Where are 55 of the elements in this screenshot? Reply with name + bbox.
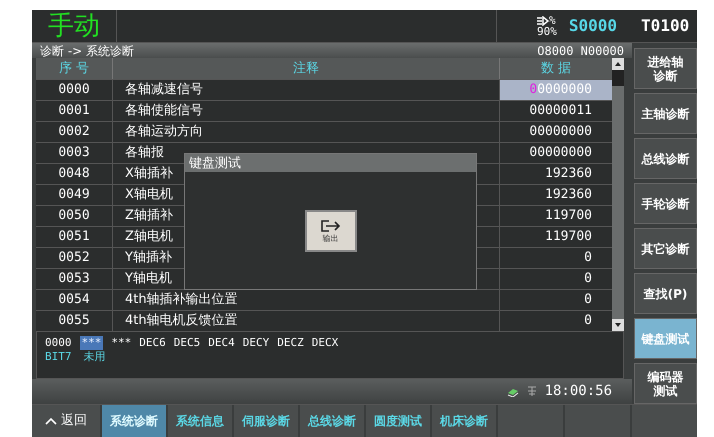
bit-label: DEC4 xyxy=(208,336,235,350)
bottom-tab[interactable]: 机床诊断 xyxy=(432,405,496,437)
table-cell-text: 119700 xyxy=(544,207,593,226)
mode-label: 手动 xyxy=(48,13,100,39)
scrollbar[interactable] xyxy=(612,58,624,331)
side-menu-button[interactable]: 其它诊断 xyxy=(634,228,697,269)
bit-label: DEC5 xyxy=(174,336,200,350)
input-method-icon xyxy=(526,386,537,397)
table-cell-text: 192360 xyxy=(544,186,593,204)
bit-label: DECY xyxy=(242,336,270,350)
scroll-down-icon[interactable] xyxy=(612,319,624,331)
output-button[interactable]: 输出 xyxy=(304,210,356,252)
bit-label: DECZ xyxy=(277,336,304,350)
bit-description: 未用 xyxy=(84,350,106,364)
bottom-tab[interactable]: 总线诊断 xyxy=(300,405,364,437)
bit-address: 0000 xyxy=(45,336,72,350)
caret-up-icon xyxy=(45,417,57,425)
bit-label: *** xyxy=(80,336,104,350)
bit-label: DEC6 xyxy=(139,336,166,350)
table-cell: 00000000 xyxy=(500,80,612,100)
feed-unit: % xyxy=(549,15,556,26)
breadcrumb: 诊断 -> 系统诊断 xyxy=(40,44,134,56)
table-cell-text: 00000000 xyxy=(528,123,593,142)
tool-number: T0100 xyxy=(641,15,690,37)
back-button[interactable]: 返回 xyxy=(32,405,100,437)
program-number: O8000 N00000 xyxy=(537,44,624,56)
bit-label: DECX xyxy=(312,336,338,350)
table-cell-text: 0 xyxy=(583,270,593,288)
table-cell-text: 0 xyxy=(583,249,593,268)
scroll-up-icon[interactable] xyxy=(612,58,624,70)
side-menu-button[interactable]: 编码器 测试 xyxy=(634,363,697,404)
table-cell-text: 00000000 xyxy=(528,144,593,162)
column-header: 数 据 xyxy=(540,60,572,78)
bit-label: *** xyxy=(111,336,132,350)
table-cell-text: 119700 xyxy=(544,228,593,246)
table-cell-text: 0 xyxy=(583,312,593,330)
bottom-tab[interactable]: 伺服诊断 xyxy=(234,405,298,437)
feed-rate-icon xyxy=(537,16,549,26)
side-menu-button[interactable]: 手轮诊断 xyxy=(634,183,697,224)
spindle-speed: S0000 xyxy=(568,15,618,37)
side-menu-button[interactable]: 进给轴 诊断 xyxy=(634,48,697,89)
table-cell-text: 00000011 xyxy=(528,102,593,120)
export-icon xyxy=(320,218,342,232)
bottom-tab[interactable]: 系统信息 xyxy=(168,405,232,437)
table-cell-text: 192360 xyxy=(544,165,593,184)
table-cell-text: 0 xyxy=(583,291,593,310)
feed-rate: 90% xyxy=(537,26,557,37)
bottom-tab[interactable]: 系统诊断 xyxy=(102,405,166,437)
bit-index: BIT7 xyxy=(45,350,72,364)
bottom-tab[interactable]: 圆度测试 xyxy=(366,405,430,437)
scroll-thumb[interactable] xyxy=(612,70,624,86)
side-menu-button[interactable]: 查找(P) xyxy=(634,273,697,314)
side-menu-button[interactable]: 总线诊断 xyxy=(634,138,697,179)
side-menu-button[interactable]: 主轴诊断 xyxy=(634,93,697,134)
clock-time: 18:00:56 xyxy=(544,382,612,401)
